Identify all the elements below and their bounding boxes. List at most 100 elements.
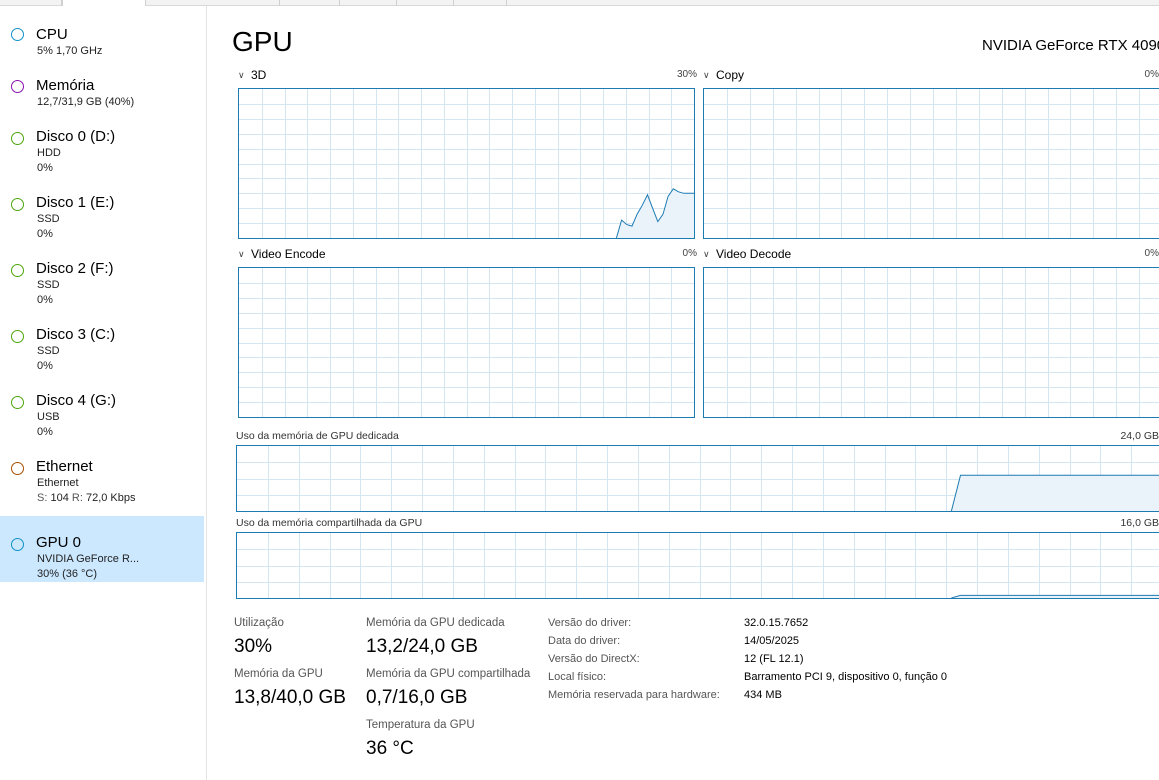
- graph-copy: [703, 88, 1159, 239]
- dedicated-memory-label: Memória da GPU dedicada: [366, 617, 505, 629]
- shared-memory-label: Memória da GPU compartilhada: [366, 668, 531, 680]
- shared-memory-graph: [236, 532, 1159, 599]
- send-label: S:: [37, 492, 48, 504]
- sidebar-item-cpu[interactable]: CPU 5% 1,70 GHz: [0, 6, 204, 58]
- graph-copy-header[interactable]: ∨ Copy: [703, 68, 744, 82]
- sidebar: CPU 5% 1,70 GHz Memória 12,7/31,9 GB (40…: [0, 6, 207, 780]
- sidebar-item-label: Ethernet: [36, 458, 93, 475]
- sidebar-item-type: USB: [37, 411, 60, 423]
- sidebar-item-label: Disco 4 (G:): [36, 392, 117, 409]
- reserved-memory-label: Memória reservada para hardware:: [548, 689, 720, 701]
- sidebar-item-type: HDD: [37, 147, 61, 159]
- graph-video-encode-percent: 0%: [682, 248, 697, 259]
- sidebar-item-type: SSD: [37, 279, 60, 291]
- graph-3d-canvas: [239, 89, 694, 238]
- sidebar-item-gpu-0[interactable]: GPU 0 NVIDIA GeForce R... 30% (36 °C): [0, 516, 204, 582]
- sidebar-item-throughput: S: 104 R: 72,0 Kbps: [37, 492, 136, 504]
- cpu-indicator-icon: [11, 28, 24, 41]
- ethernet-indicator-icon: [11, 462, 24, 475]
- chevron-down-icon: ∨: [703, 70, 710, 80]
- graph-video-encode: [238, 267, 695, 418]
- sidebar-item-disk-1[interactable]: Disco 1 (E:) SSD 0%: [0, 176, 204, 242]
- chevron-down-icon: ∨: [238, 70, 245, 80]
- sidebar-item-disk-0[interactable]: Disco 0 (D:) HDD 0%: [0, 110, 204, 176]
- sidebar-item-disk-4[interactable]: Disco 4 (G:) USB 0%: [0, 374, 204, 440]
- disk-indicator-icon: [11, 264, 24, 277]
- driver-date-value: 14/05/2025: [744, 635, 800, 647]
- gpu-temperature-value: 36 °C: [366, 738, 414, 759]
- chevron-down-icon: ∨: [238, 249, 245, 259]
- sidebar-item-type: SSD: [37, 213, 60, 225]
- graph-copy-canvas: [704, 89, 1159, 238]
- disk-indicator-icon: [11, 396, 24, 409]
- sidebar-item-disk-3[interactable]: Disco 3 (C:) SSD 0%: [0, 308, 204, 374]
- disk-indicator-icon: [11, 198, 24, 211]
- gpu-temperature-label: Temperatura da GPU: [366, 719, 475, 731]
- sidebar-item-label: Memória: [36, 77, 95, 94]
- dedicated-memory-max: 24,0 GB: [1120, 430, 1159, 442]
- disk-indicator-icon: [11, 132, 24, 145]
- graph-video-encode-label: Video Encode: [251, 247, 326, 261]
- sidebar-item-type: SSD: [37, 345, 60, 357]
- graph-video-decode: [703, 267, 1159, 418]
- page-title: GPU: [232, 26, 293, 57]
- directx-version-label: Versão do DirectX:: [548, 653, 640, 665]
- sidebar-item-detail: 5% 1,70 GHz: [37, 45, 103, 57]
- sidebar-item-model: NVIDIA GeForce R...: [37, 553, 140, 565]
- physical-location-value: Barramento PCI 9, dispositivo 0, função …: [744, 671, 947, 683]
- physical-location-label: Local físico:: [548, 671, 607, 683]
- sidebar-item-label: Disco 3 (C:): [36, 326, 116, 343]
- receive-label: R:: [71, 492, 83, 504]
- dedicated-memory-graph: [236, 445, 1159, 512]
- shared-memory-graph-canvas: [237, 533, 1159, 598]
- sidebar-item-usage: 0%: [37, 228, 53, 240]
- shared-memory-graph-label: Uso da memória compartilhada da GPU: [236, 517, 423, 529]
- device-name: NVIDIA GeForce RTX 4090: [982, 37, 1159, 54]
- reserved-memory-value: 434 MB: [744, 689, 782, 701]
- sidebar-item-usage: 0%: [37, 162, 53, 174]
- gpu-memory-label: Memória da GPU: [234, 668, 323, 680]
- sidebar-item-label: Disco 1 (E:): [36, 194, 115, 211]
- chevron-down-icon: ∨: [703, 249, 710, 259]
- shared-memory-value: 0,7/16,0 GB: [366, 687, 468, 708]
- sidebar-item-memory[interactable]: Memória 12,7/31,9 GB (40%): [0, 58, 204, 110]
- sidebar-item-usage: 0%: [37, 360, 53, 372]
- graph-3d-label: 3D: [251, 68, 267, 82]
- graph-3d-header[interactable]: ∨ 3D: [238, 68, 266, 82]
- main-panel: GPU NVIDIA GeForce RTX 4090 ∨ 3D 30% ∨ Cop…: [208, 6, 1159, 780]
- send-value: 104: [50, 492, 69, 504]
- graph-video-decode-percent: 0%: [1144, 248, 1159, 259]
- sidebar-item-label: Disco 2 (F:): [36, 260, 114, 277]
- sidebar-item-adapter: Ethernet: [37, 477, 79, 489]
- graph-video-decode-label: Video Decode: [716, 247, 792, 261]
- graph-3d-percent: 30%: [676, 69, 697, 80]
- graph-copy-label: Copy: [716, 68, 745, 82]
- gpu-indicator-icon: [11, 538, 24, 551]
- dedicated-memory-graph-label: Uso da memória de GPU dedicada: [236, 430, 399, 442]
- gpu-memory-value: 13,8/40,0 GB: [234, 687, 346, 708]
- utilization-label: Utilização: [234, 617, 284, 629]
- graph-video-encode-header[interactable]: ∨ Video Encode: [238, 247, 326, 261]
- sidebar-item-label: CPU: [36, 26, 68, 43]
- disk-indicator-icon: [11, 330, 24, 343]
- driver-version-value: 32.0.15.7652: [744, 617, 809, 629]
- sidebar-item-usage: 30% (36 °C): [37, 568, 98, 580]
- sidebar-item-ethernet[interactable]: Ethernet Ethernet S: 104 R: 72,0 Kbps: [0, 440, 204, 516]
- graph-3d-area: [616, 188, 694, 238]
- utilization-value: 30%: [234, 636, 273, 657]
- sidebar-item-disk-2[interactable]: Disco 2 (F:) SSD 0%: [0, 242, 204, 308]
- sidebar-item-usage: 0%: [37, 294, 53, 306]
- driver-version-label: Versão do driver:: [548, 617, 632, 629]
- sidebar-item-usage: 0%: [37, 426, 53, 438]
- shared-memory-max: 16,0 GB: [1120, 517, 1159, 529]
- sidebar-item-label: Disco 0 (D:): [36, 128, 116, 145]
- dedicated-memory-graph-area: [951, 475, 1159, 511]
- sidebar-item-label: GPU 0: [36, 534, 82, 551]
- graph-video-decode-header[interactable]: ∨ Video Decode: [703, 247, 791, 261]
- dedicated-memory-graph-canvas: [237, 446, 1159, 511]
- dedicated-memory-value: 13,2/24,0 GB: [366, 636, 478, 657]
- memory-indicator-icon: [11, 80, 24, 93]
- directx-version-value: 12 (FL 12.1): [744, 653, 804, 665]
- graph-video-encode-canvas: [239, 268, 694, 417]
- graph-3d: [238, 88, 695, 239]
